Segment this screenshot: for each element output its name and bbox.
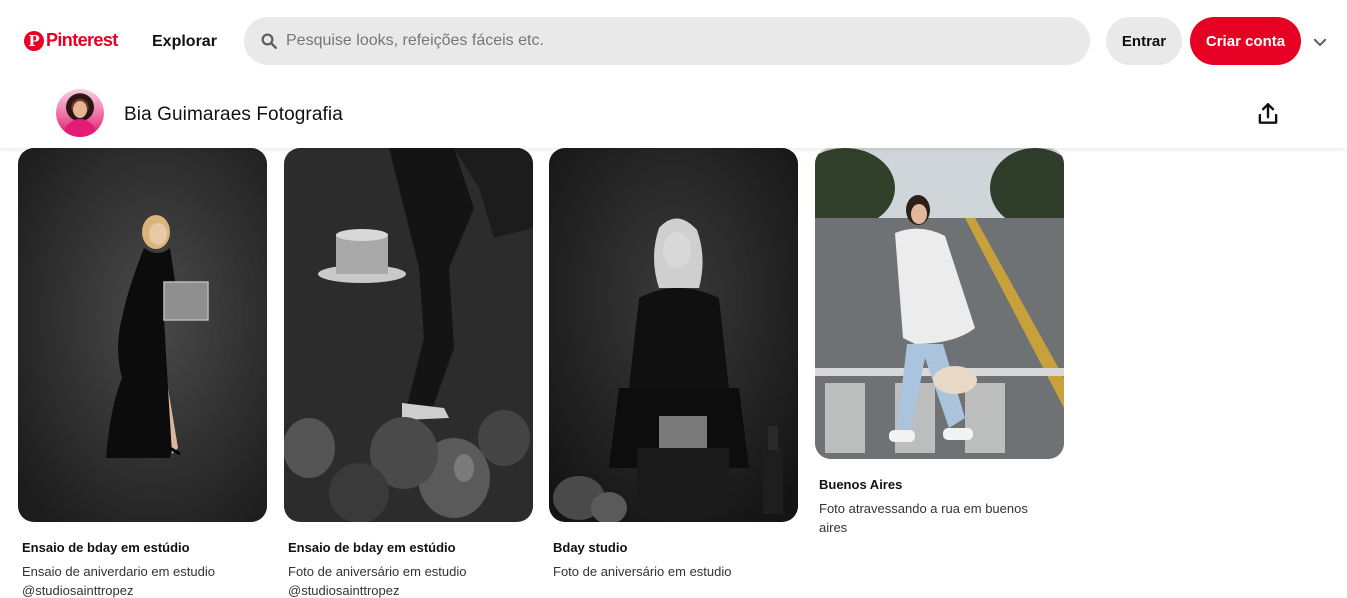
pin-card[interactable]: Buenos Aires Foto atravessando a rua em … xyxy=(815,148,1064,537)
pin-card[interactable]: Bday studio Foto de aniversário em estud… xyxy=(549,148,798,581)
pin-description: Foto atravessando a rua em buenos aires xyxy=(819,501,1028,535)
search-input[interactable] xyxy=(286,32,1090,50)
pin-title[interactable]: Ensaio de bday em estúdio xyxy=(18,540,267,556)
pinterest-logo[interactable]: P Pinterest xyxy=(24,30,118,51)
login-button[interactable]: Entrar xyxy=(1106,17,1182,65)
profile-name[interactable]: Bia Guimaraes Fotografia xyxy=(124,104,343,126)
pin-description: Ensaio de aniverdario em estudio @studio… xyxy=(22,564,215,598)
pin-description: Foto de aniversário em estudio @studiosa… xyxy=(288,564,467,598)
pin-card[interactable]: Ensaio de bday em estúdio Foto de aniver… xyxy=(284,148,533,598)
avatar[interactable] xyxy=(56,89,104,137)
signup-button[interactable]: Criar conta xyxy=(1190,17,1301,65)
pin-image[interactable] xyxy=(18,148,267,522)
pin-image[interactable] xyxy=(284,148,533,522)
search-icon xyxy=(261,33,277,49)
pin-title[interactable]: Buenos Aires xyxy=(815,477,1064,493)
pin-image[interactable] xyxy=(549,148,798,522)
chevron-down-icon[interactable] xyxy=(1311,33,1329,51)
top-header: P Pinterest Explorar Entrar Criar conta xyxy=(0,0,1347,84)
share-button[interactable] xyxy=(1255,101,1281,127)
pinterest-logo-text: Pinterest xyxy=(46,30,118,50)
profile-bar: Bia Guimaraes Fotografia xyxy=(0,84,1347,148)
pin-title[interactable]: Bday studio xyxy=(549,540,798,556)
pin-card[interactable]: Ensaio de bday em estúdio Ensaio de aniv… xyxy=(18,148,267,598)
share-icon xyxy=(1258,103,1278,124)
explore-link[interactable]: Explorar xyxy=(140,20,229,64)
search-bar[interactable] xyxy=(244,17,1090,65)
avatar-body xyxy=(64,119,96,137)
avatar-face xyxy=(73,101,87,118)
pin-image[interactable] xyxy=(815,148,1064,459)
pinterest-logo-icon: P xyxy=(24,30,44,51)
pin-description: Foto de aniversário em estudio xyxy=(553,564,732,579)
pin-title[interactable]: Ensaio de bday em estúdio xyxy=(284,540,533,556)
